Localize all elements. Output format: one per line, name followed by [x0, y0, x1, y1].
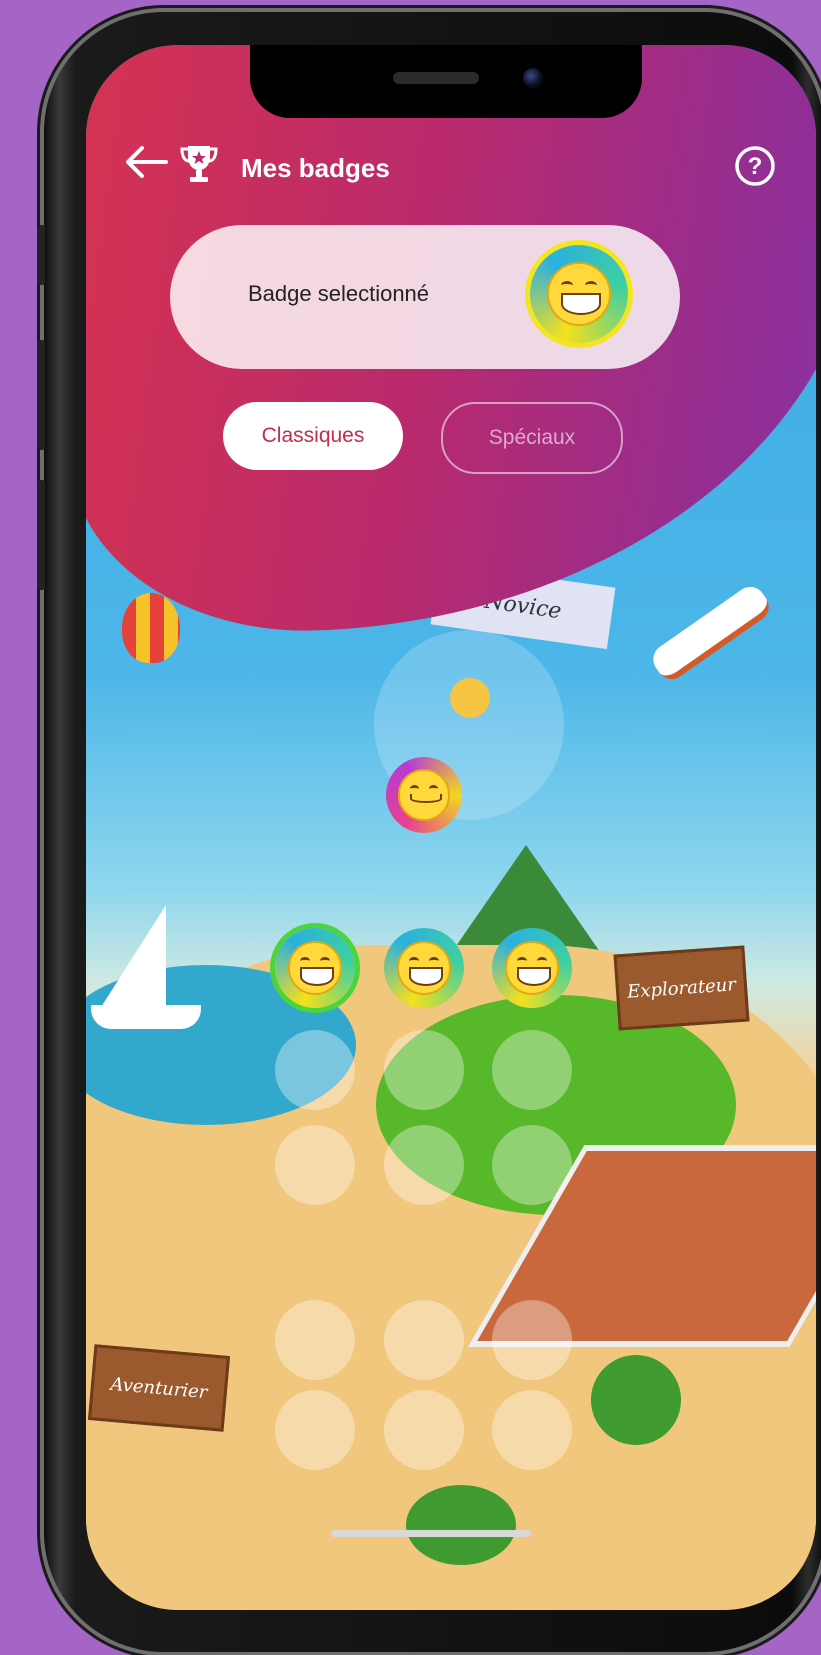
- locked-badge-slot[interactable]: [492, 1030, 572, 1110]
- trophy-icon: [180, 146, 218, 182]
- mute-switch: [37, 225, 45, 285]
- locked-badge-slot[interactable]: [384, 1390, 464, 1470]
- locked-badge-slot[interactable]: [275, 1125, 355, 1205]
- grinning-face-icon: [288, 941, 342, 995]
- phone-camera: [523, 68, 543, 88]
- angel-face-badge[interactable]: [386, 757, 462, 833]
- selected-badge-image: [530, 245, 628, 343]
- tab-speciaux[interactable]: Spéciaux: [441, 402, 623, 474]
- hot-air-balloon-illustration: [122, 593, 180, 663]
- cowboy-face-icon: [397, 941, 451, 995]
- tears-of-joy-face-icon: [505, 941, 559, 995]
- home-indicator[interactable]: [331, 1530, 531, 1537]
- question-icon[interactable]: ?: [734, 145, 776, 187]
- phone-speaker: [393, 72, 479, 84]
- cowboy-face-badge[interactable]: [384, 928, 464, 1008]
- locked-badge-slot[interactable]: [384, 1300, 464, 1380]
- tree-illustration: [591, 1355, 681, 1445]
- sailboat-sail-illustration: [96, 905, 166, 1015]
- sailboat-hull-illustration: [91, 1005, 201, 1029]
- sun-illustration: [450, 678, 490, 718]
- locked-badge-slot[interactable]: [275, 1390, 355, 1470]
- tab-classiques[interactable]: Classiques: [223, 402, 403, 470]
- grinning-face-icon: [546, 261, 612, 327]
- angel-face-icon: [398, 769, 450, 821]
- tree-illustration: [406, 1485, 516, 1565]
- locked-badge-slot[interactable]: [384, 1030, 464, 1110]
- selected-badge-label: Badge selectionné: [248, 281, 430, 306]
- page-title: Mes badges: [241, 153, 390, 183]
- tears-of-joy-face-badge[interactable]: [492, 928, 572, 1008]
- locked-badge-slot[interactable]: [492, 1125, 572, 1205]
- volume-down-button: [37, 480, 45, 590]
- locked-badge-slot[interactable]: [275, 1030, 355, 1110]
- arrow-left-icon[interactable]: [124, 145, 168, 179]
- explorateur-sign: Explorateur: [613, 945, 750, 1031]
- airplane-illustration: [647, 580, 775, 686]
- svg-text:?: ?: [748, 153, 763, 180]
- locked-badge-slot[interactable]: [492, 1390, 572, 1470]
- locked-badge-slot[interactable]: [384, 1125, 464, 1205]
- app-screen: Novice Explorateur Aventurier Mes badges…: [86, 45, 816, 1610]
- aventurier-sign: Aventurier: [87, 1344, 231, 1432]
- grinning-face-badge-selected[interactable]: [275, 928, 355, 1008]
- locked-badge-slot[interactable]: [492, 1300, 572, 1380]
- locked-badge-slot[interactable]: [275, 1300, 355, 1380]
- volume-up-button: [37, 340, 45, 450]
